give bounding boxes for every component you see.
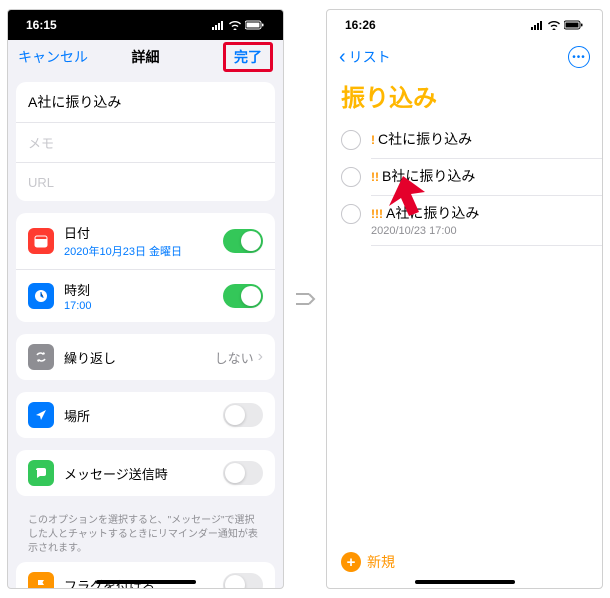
done-button[interactable]: 完了 xyxy=(234,49,262,65)
status-icons xyxy=(211,20,265,30)
message-label: メッセージ送信時 xyxy=(64,464,223,483)
reminder-text: C社に振り込み xyxy=(378,131,472,147)
home-indicator xyxy=(96,580,196,584)
list-title: 振り込み xyxy=(327,74,602,121)
nav-bar: キャンセル 詳細 完了 xyxy=(8,40,283,74)
message-icon xyxy=(28,460,54,486)
transition-arrow-icon xyxy=(292,286,318,312)
checkbox-circle[interactable] xyxy=(341,204,361,224)
status-bar: 16:26 xyxy=(327,10,602,40)
flag-row[interactable]: フラグを付ける xyxy=(16,562,275,588)
location-row[interactable]: 場所 xyxy=(16,392,275,438)
date-row[interactable]: 日付 2020年10月23日 金曜日 xyxy=(16,213,275,270)
nav-bar: ‹ リスト ••• xyxy=(327,40,602,74)
time-row[interactable]: 時刻 17:00 xyxy=(16,270,275,322)
status-time: 16:15 xyxy=(26,18,57,32)
checkbox-circle[interactable] xyxy=(341,130,361,150)
new-reminder-button[interactable]: + 新規 xyxy=(341,552,395,572)
date-value: 2020年10月23日 金曜日 xyxy=(64,243,223,259)
reminder-subtitle: 2020/10/23 17:00 xyxy=(371,225,479,237)
date-toggle[interactable] xyxy=(223,229,263,253)
repeat-row[interactable]: 繰り返し しない › xyxy=(16,334,275,380)
message-toggle[interactable] xyxy=(223,461,263,485)
memo-field[interactable]: メモ xyxy=(16,123,275,163)
message-row[interactable]: メッセージ送信時 xyxy=(16,450,275,496)
reminder-item[interactable]: !C社に振り込み xyxy=(327,121,602,158)
reminder-text: B社に振り込み xyxy=(382,168,475,184)
chevron-right-icon: › xyxy=(258,348,263,366)
reminder-item[interactable]: !!B社に振り込み xyxy=(327,158,602,195)
repeat-icon xyxy=(28,344,54,370)
back-button[interactable]: ‹ リスト xyxy=(339,46,391,69)
location-toggle[interactable] xyxy=(223,403,263,427)
detail-content: A社に振り込み メモ URL 日付 2020年10月23日 金曜日 時刻 17:… xyxy=(8,74,283,588)
status-bar: 16:15 xyxy=(8,10,283,40)
plus-icon: + xyxy=(341,552,361,572)
status-time: 16:26 xyxy=(345,18,376,32)
time-toggle[interactable] xyxy=(223,284,263,308)
nav-title: 詳細 xyxy=(132,47,160,67)
checkbox-circle[interactable] xyxy=(341,167,361,187)
flag-toggle[interactable] xyxy=(223,573,263,588)
date-label: 日付 xyxy=(64,223,223,242)
message-footer: このオプションを選択すると、"メッセージ"で選択した人とチャットするときにリマイ… xyxy=(16,508,275,562)
time-value: 17:00 xyxy=(64,300,223,312)
flag-icon xyxy=(28,572,54,588)
more-button[interactable]: ••• xyxy=(568,46,590,68)
priority-indicator: ! xyxy=(371,133,375,147)
priority-indicator: !!! xyxy=(371,207,383,221)
chevron-left-icon: ‹ xyxy=(339,46,346,69)
title-field[interactable]: A社に振り込み xyxy=(16,82,275,123)
location-label: 場所 xyxy=(64,406,223,425)
url-field[interactable]: URL xyxy=(16,163,275,201)
calendar-icon xyxy=(28,228,54,254)
home-indicator xyxy=(415,580,515,584)
location-icon xyxy=(28,402,54,428)
clock-icon xyxy=(28,283,54,309)
repeat-value: しない xyxy=(215,348,254,367)
time-label: 時刻 xyxy=(64,280,223,299)
done-button-highlight: 完了 xyxy=(223,42,273,72)
phone-list-screen: 16:26 ‹ リスト ••• 振り込み !C社に振り込み !!B社に振り込み xyxy=(326,9,603,589)
back-label: リスト xyxy=(349,47,391,67)
phone-detail-screen: 16:15 キャンセル 詳細 完了 A社に振り込み メモ URL 日付 2020… xyxy=(7,9,284,589)
priority-indicator: !! xyxy=(371,170,379,184)
reminder-text: A社に振り込み xyxy=(386,205,479,221)
status-icons xyxy=(530,20,584,30)
new-label: 新規 xyxy=(367,552,395,572)
cancel-button[interactable]: キャンセル xyxy=(18,47,88,67)
reminder-item[interactable]: !!!A社に振り込み 2020/10/23 17:00 xyxy=(327,195,602,245)
repeat-label: 繰り返し xyxy=(64,348,215,367)
reminder-list: !C社に振り込み !!B社に振り込み !!!A社に振り込み 2020/10/23… xyxy=(327,121,602,245)
